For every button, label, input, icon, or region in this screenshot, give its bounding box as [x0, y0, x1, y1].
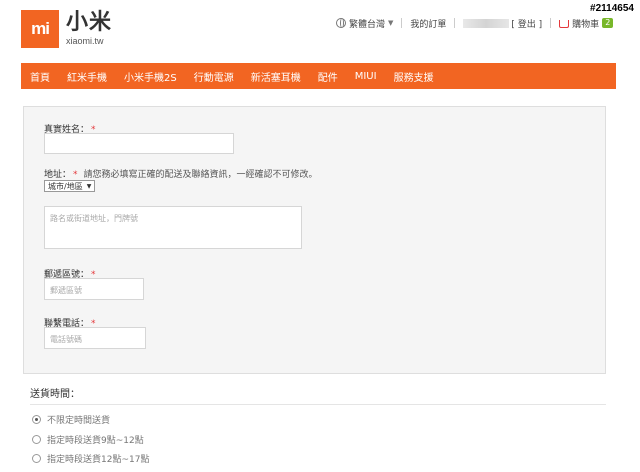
radio-unselected[interactable] [32, 435, 41, 444]
shipping-option-label: 指定時段送貨9點~12點 [47, 436, 144, 446]
radio-unselected[interactable] [32, 454, 41, 463]
logo-mark: mi [31, 19, 50, 38]
username-redacted [463, 18, 510, 28]
required-mark: * [73, 170, 78, 180]
nav-item-powerbank[interactable]: 行動電源 [194, 69, 234, 84]
nav-item-earphones[interactable]: 新活塞耳機 [251, 69, 301, 84]
top-bar: 繁體台灣 ▼ 我的訂單 [ 登出 ] 購物車 2 [336, 16, 614, 30]
brand-domain: xiaomi.tw [66, 36, 104, 46]
region-label: 繁體台灣 [349, 19, 386, 30]
my-orders-link[interactable]: 我的訂單 [410, 17, 446, 30]
shipping-option-label: 不限定時間送貨 [47, 416, 111, 426]
nav-item-mi2s[interactable]: 小米手機2S [124, 69, 177, 84]
logout-link[interactable]: [ 登出 ] [511, 17, 542, 30]
region-selector[interactable]: 繁體台灣 ▼ [336, 17, 393, 30]
street-placeholder: 路名或街道地址，門牌號 [50, 214, 138, 223]
divider [454, 18, 456, 28]
watermark-id: #2114654 [590, 3, 634, 14]
nav-item-redmi[interactable]: 紅米手機 [67, 69, 107, 84]
address-label: 地址： * 請您務必填寫正確的配送及聯絡資訊，一經確認不可修改。 [44, 167, 318, 180]
phone-placeholder: 電話號碼 [50, 335, 82, 344]
nav-item-home[interactable]: 首頁 [30, 69, 50, 84]
address-hint: 請您務必填寫正確的配送及聯絡資訊，一經確認不可修改。 [83, 170, 318, 180]
radio-selected[interactable] [32, 415, 41, 424]
cart-count-badge: 2 [602, 18, 614, 28]
shipping-option-9-12[interactable]: 指定時段送貨9點~12點 [32, 433, 144, 446]
nav-item-support[interactable]: 服務支援 [394, 69, 434, 84]
brand-name: 小米 [66, 10, 113, 35]
shipping-option-12-17[interactable]: 指定時段送貨12點~17點 [32, 452, 149, 465]
street-address-field[interactable]: 路名或街道地址，門牌號 [44, 206, 302, 249]
phone-field[interactable]: 電話號碼 [44, 327, 146, 349]
nav-item-accessories[interactable]: 配件 [318, 69, 338, 84]
city-select-value: 城市/地區 [48, 181, 83, 191]
nav-item-miui[interactable]: MIUI [355, 71, 377, 82]
shipping-time-title: 送貨時間： [30, 389, 80, 400]
main-nav: 首頁 紅米手機 小米手機2S 行動電源 新活塞耳機 配件 MIUI 服務支援 [21, 63, 616, 89]
cart-link[interactable]: 購物車 2 [559, 17, 614, 30]
globe-icon [336, 18, 346, 28]
divider [550, 18, 552, 28]
chevron-down-icon: ▼ [388, 19, 394, 27]
dropdown-arrow-icon: ▼ [86, 182, 92, 190]
zip-field[interactable]: 郵遞區號 [44, 278, 144, 300]
shipping-option-label: 指定時段送貨12點~17點 [47, 455, 150, 465]
mi-logo[interactable]: mi [21, 10, 59, 48]
divider [401, 18, 403, 28]
name-field[interactable] [44, 133, 234, 154]
city-select[interactable]: 城市/地區 ▼ [44, 180, 96, 192]
zip-placeholder: 郵遞區號 [50, 286, 82, 295]
address-label-text: 地址： [44, 170, 72, 180]
cart-label: 購物車 [572, 19, 600, 30]
divider [30, 404, 606, 405]
cart-icon [559, 20, 570, 28]
address-form-panel: 真實姓名： * 地址： * 請您務必填寫正確的配送及聯絡資訊，一經確認不可修改。 城市… [23, 106, 606, 374]
shipping-option-any[interactable]: 不限定時間送貨 [32, 413, 110, 426]
